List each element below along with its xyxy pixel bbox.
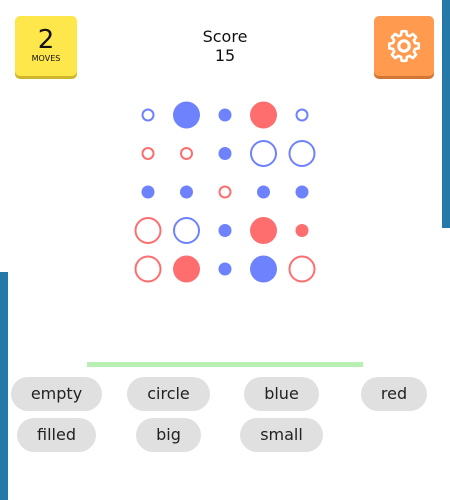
word-chip-red[interactable]: red <box>361 377 427 411</box>
board-circle-red-empty-big[interactable] <box>288 255 316 283</box>
board-circle-blue-empty-small[interactable] <box>295 108 309 122</box>
game-board <box>134 101 316 283</box>
board-circle-blue-empty-big[interactable] <box>173 217 200 244</box>
word-chip-filled[interactable]: filled <box>17 418 96 452</box>
word-chip-big[interactable]: big <box>136 418 201 452</box>
board-circle-red-filled-big[interactable] <box>250 217 277 244</box>
board-circle-blue-filled-small[interactable] <box>295 185 309 199</box>
board-circle-blue-filled-big[interactable] <box>250 255 277 283</box>
board-circle-blue-filled-small[interactable] <box>218 262 232 276</box>
board-circle-blue-filled-small[interactable] <box>218 224 232 237</box>
board-circle-red-empty-small[interactable] <box>141 147 155 160</box>
board-circle-red-filled-big[interactable] <box>173 255 200 283</box>
word-chip-small[interactable]: small <box>240 418 323 452</box>
board-circle-red-empty-big[interactable] <box>134 217 162 244</box>
board-circle-red-filled-big[interactable] <box>250 101 277 129</box>
word-chip-empty[interactable]: empty <box>11 377 102 411</box>
board-circle-red-filled-small[interactable] <box>295 224 309 237</box>
progress-bar <box>87 362 363 367</box>
board-circle-blue-filled-small[interactable] <box>218 108 232 122</box>
board-circle-red-empty-small[interactable] <box>180 147 193 160</box>
board-circle-blue-empty-big[interactable] <box>288 140 316 167</box>
board-circle-blue-filled-small[interactable] <box>257 185 270 199</box>
board-circle-blue-empty-small[interactable] <box>141 108 155 122</box>
board-circle-blue-filled-small[interactable] <box>218 147 232 160</box>
word-chip-circle[interactable]: circle <box>127 377 210 411</box>
board-circle-blue-filled-small[interactable] <box>141 185 155 199</box>
progress-fill <box>87 362 363 367</box>
word-chip-blue[interactable]: blue <box>244 377 319 411</box>
board-circle-blue-filled-small[interactable] <box>180 185 193 199</box>
board-circle-blue-filled-big[interactable] <box>173 101 200 129</box>
board-circle-blue-empty-big[interactable] <box>250 140 277 167</box>
board-circle-red-empty-big[interactable] <box>134 255 162 283</box>
board-circle-red-empty-small[interactable] <box>218 185 232 199</box>
